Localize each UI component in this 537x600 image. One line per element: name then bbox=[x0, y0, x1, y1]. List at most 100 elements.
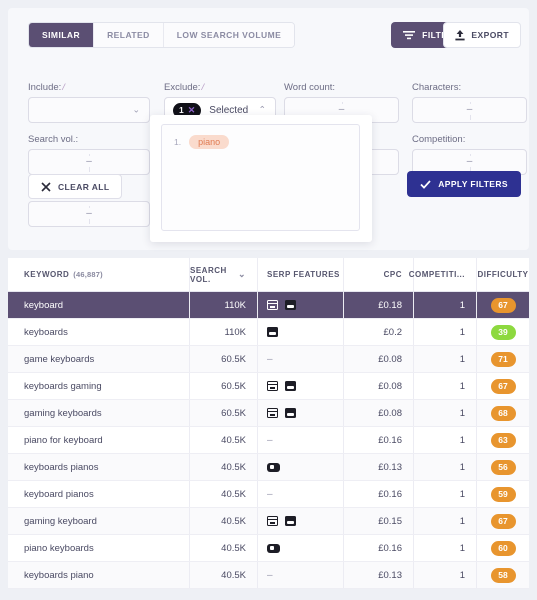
cell-competition: 1 bbox=[414, 481, 477, 507]
clear-all-button[interactable]: CLEAR ALL bbox=[28, 174, 123, 199]
cell-keyword[interactable]: piano keyboards bbox=[8, 535, 190, 561]
cell-competition: 1 bbox=[414, 562, 477, 588]
include-select[interactable]: ⌄ bbox=[28, 97, 150, 123]
column-header-competition-label: COMPETITI... bbox=[408, 270, 465, 279]
cell-keyword[interactable]: gaming keyboard bbox=[8, 508, 190, 534]
table-row[interactable]: gaming keyboard 40.5K £0.15 1 67 bbox=[8, 508, 529, 535]
empty-serp-dash: – bbox=[267, 353, 273, 365]
cell-cpc: £0.15 bbox=[344, 508, 414, 534]
table-row[interactable]: keyboard pianos 40.5K – £0.16 1 59 bbox=[8, 481, 529, 508]
video-icon bbox=[267, 543, 280, 553]
export-button[interactable]: EXPORT bbox=[443, 22, 521, 48]
cell-search-volume: 40.5K bbox=[190, 562, 258, 588]
cell-serp-features bbox=[258, 508, 344, 534]
table-row[interactable]: game keyboards 60.5K – £0.08 1 71 bbox=[8, 346, 529, 373]
cell-keyword[interactable]: keyboard bbox=[8, 292, 190, 318]
difficulty-badge: 60 bbox=[490, 540, 516, 556]
cell-serp-features: – bbox=[258, 562, 344, 588]
column-header-difficulty-label: DIFFICULTY bbox=[477, 270, 529, 279]
cell-difficulty: 67 bbox=[477, 508, 529, 534]
cell-cpc: £0.08 bbox=[344, 346, 414, 372]
cell-serp-features bbox=[258, 400, 344, 426]
cell-cpc: £0.13 bbox=[344, 562, 414, 588]
difficulty-badge: 63 bbox=[490, 432, 516, 448]
column-header-search-vol[interactable]: SEARCH VOL. ⌄ bbox=[190, 258, 258, 291]
cell-serp-features bbox=[258, 319, 344, 345]
cell-cpc: £0.16 bbox=[344, 535, 414, 561]
image-pack-icon bbox=[285, 300, 296, 310]
cell-keyword[interactable]: piano for keyboard bbox=[8, 427, 190, 453]
column-header-cpc[interactable]: CPC bbox=[344, 258, 414, 291]
table-row[interactable]: gaming keyboards 60.5K £0.08 1 68 bbox=[8, 400, 529, 427]
table-row[interactable]: piano keyboards 40.5K £0.16 1 60 bbox=[8, 535, 529, 562]
exclude-count: 1 bbox=[179, 105, 184, 115]
cell-competition: 1 bbox=[414, 508, 477, 534]
table-row[interactable]: keyboards pianos 40.5K £0.13 1 56 bbox=[8, 454, 529, 481]
table-row[interactable]: keyboards gaming 60.5K £0.08 1 67 bbox=[8, 373, 529, 400]
difficulty-badge: 67 bbox=[490, 513, 516, 529]
cell-difficulty: 39 bbox=[477, 319, 529, 345]
cell-cpc: £0.16 bbox=[344, 481, 414, 507]
column-header-keyword[interactable]: KEYWORD (46,887) bbox=[8, 258, 190, 291]
cell-cpc: £0.2 bbox=[344, 319, 414, 345]
cell-search-volume: 60.5K bbox=[190, 373, 258, 399]
cell-keyword[interactable]: keyboards piano bbox=[8, 562, 190, 588]
tab-low-search-volume[interactable]: LOW SEARCH VOLUME bbox=[163, 23, 295, 47]
featured-snippet-icon bbox=[267, 408, 278, 418]
difficulty-badge: 58 bbox=[490, 567, 516, 583]
difficulty-badge: 67 bbox=[490, 378, 516, 394]
cell-keyword[interactable]: game keyboards bbox=[8, 346, 190, 372]
characters-range-input[interactable] bbox=[412, 97, 527, 123]
difficulty-badge: 68 bbox=[490, 405, 516, 421]
include-label: Include:/ bbox=[28, 82, 65, 93]
search-vol-range-input[interactable] bbox=[28, 149, 150, 175]
tab-related-label: RELATED bbox=[107, 30, 150, 40]
cell-keyword[interactable]: keyboard pianos bbox=[8, 481, 190, 507]
cell-keyword[interactable]: keyboards bbox=[8, 319, 190, 345]
exclude-tag[interactable]: piano bbox=[189, 135, 230, 149]
chevron-down-icon: ⌄ bbox=[132, 104, 140, 115]
cell-competition: 1 bbox=[414, 535, 477, 561]
tab-related[interactable]: RELATED bbox=[94, 23, 164, 47]
cell-keyword[interactable]: gaming keyboards bbox=[8, 400, 190, 426]
exclude-selected-text: Selected bbox=[209, 104, 249, 116]
cell-search-volume: 40.5K bbox=[190, 481, 258, 507]
image-pack-icon bbox=[285, 408, 296, 418]
cell-difficulty: 71 bbox=[477, 346, 529, 372]
cell-keyword[interactable]: keyboards pianos bbox=[8, 454, 190, 480]
exclude-modifier: / bbox=[201, 82, 205, 93]
cell-cpc: £0.08 bbox=[344, 400, 414, 426]
table-row[interactable]: keyboards 110K £0.2 1 39 bbox=[8, 319, 529, 346]
tab-similar[interactable]: SIMILAR bbox=[29, 23, 95, 47]
cell-difficulty: 60 bbox=[477, 535, 529, 561]
table-row[interactable]: keyboards piano 40.5K – £0.13 1 58 bbox=[8, 562, 529, 589]
cell-search-volume: 40.5K bbox=[190, 535, 258, 561]
difficulty-badge: 71 bbox=[490, 351, 516, 367]
table-body: keyboard 110K £0.18 1 67 keyboards 110K £0.2 1 39… bbox=[8, 292, 529, 589]
featured-snippet-icon bbox=[267, 516, 278, 526]
toolbar: SIMILAR RELATED LOW SEARCH VOLUME FILTER… bbox=[8, 8, 529, 60]
list-item[interactable]: 1. piano bbox=[174, 135, 347, 149]
close-icon[interactable]: ✕ bbox=[188, 105, 196, 116]
column-header-difficulty[interactable]: DIFFICULTY bbox=[477, 258, 529, 291]
keyword-count: (46,887) bbox=[73, 270, 103, 279]
cell-competition: 1 bbox=[414, 454, 477, 480]
cell-difficulty: 67 bbox=[477, 292, 529, 318]
apply-filters-button[interactable]: APPLY FILTERS bbox=[407, 171, 521, 197]
cell-difficulty: 63 bbox=[477, 427, 529, 453]
cell-keyword[interactable]: keyboards gaming bbox=[8, 373, 190, 399]
column-header-competition[interactable]: COMPETITI... bbox=[409, 258, 477, 291]
image-pack-icon bbox=[285, 381, 296, 391]
cell-serp-features: – bbox=[258, 427, 344, 453]
difficulty-range-input[interactable] bbox=[28, 201, 150, 227]
table-row[interactable]: piano for keyboard 40.5K – £0.16 1 63 bbox=[8, 427, 529, 454]
cell-serp-features: – bbox=[258, 481, 344, 507]
difficulty-badge: 67 bbox=[490, 297, 516, 313]
column-header-serp-features[interactable]: SERP FEATURES bbox=[258, 258, 344, 291]
table-row[interactable]: keyboard 110K £0.18 1 67 bbox=[8, 292, 529, 319]
cell-difficulty: 56 bbox=[477, 454, 529, 480]
cell-search-volume: 40.5K bbox=[190, 454, 258, 480]
cell-difficulty: 68 bbox=[477, 400, 529, 426]
column-header-cpc-label: CPC bbox=[383, 270, 402, 279]
cell-difficulty: 67 bbox=[477, 373, 529, 399]
